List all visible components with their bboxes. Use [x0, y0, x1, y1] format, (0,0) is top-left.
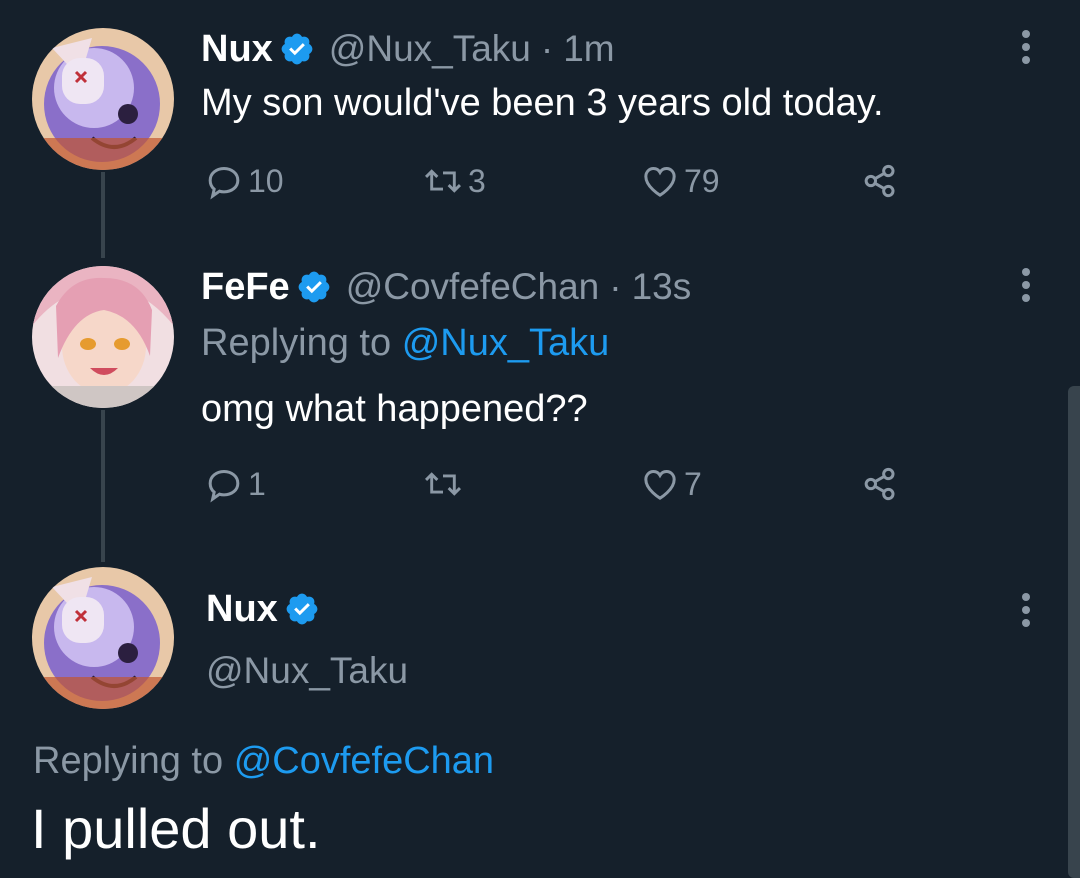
handle[interactable]: @CovfefeChan	[346, 266, 600, 308]
like-button[interactable]: 79	[640, 161, 720, 201]
retweet-button[interactable]: 3	[422, 161, 486, 201]
like-button[interactable]: 7	[640, 464, 702, 504]
share-icon	[860, 161, 900, 201]
mention-link[interactable]: @Nux_Taku	[402, 322, 610, 364]
replying-to: Replying to @Nux_Taku	[201, 322, 609, 365]
heart-icon	[640, 161, 680, 201]
retweet-icon	[422, 161, 464, 201]
reply-count: 10	[248, 162, 284, 199]
handle[interactable]: @Nux_Taku	[329, 28, 531, 70]
handle[interactable]: @Nux_Taku	[206, 650, 408, 692]
replying-to-prefix: Replying to	[201, 322, 392, 364]
verified-badge-icon	[284, 591, 320, 627]
tweet-text: omg what happened??	[201, 388, 588, 430]
display-name[interactable]: Nux	[201, 28, 273, 71]
avatar-fefe[interactable]	[32, 266, 174, 408]
focused-name-row: Nux	[206, 586, 320, 632]
retweet-icon	[422, 464, 464, 504]
replying-to-prefix: Replying to	[33, 740, 224, 782]
more-vertical-icon[interactable]	[1019, 590, 1033, 630]
timestamp[interactable]: 1m	[563, 28, 614, 70]
scrollbar[interactable]	[1068, 386, 1080, 878]
reply-icon	[204, 161, 244, 201]
timestamp[interactable]: 13s	[632, 266, 692, 308]
tweet-text: My son would've been 3 years old today.	[201, 82, 884, 124]
reply-icon	[204, 464, 244, 504]
share-icon	[860, 464, 900, 504]
mention-link[interactable]: @CovfefeChan	[234, 740, 494, 782]
separator-dot: ·	[540, 28, 554, 69]
retweet-count: 3	[468, 162, 486, 199]
display-name[interactable]: FeFe	[201, 266, 290, 309]
focused-tweet-text: I pulled out.	[31, 797, 321, 860]
retweet-button[interactable]	[422, 464, 468, 504]
avatar-nux[interactable]	[32, 28, 174, 170]
more-vertical-icon[interactable]	[1019, 27, 1033, 67]
reply-button[interactable]: 1	[204, 464, 266, 504]
heart-icon	[640, 464, 680, 504]
share-button[interactable]	[860, 161, 900, 201]
verified-badge-icon	[296, 269, 332, 305]
like-count: 79	[684, 162, 720, 199]
reply-count: 1	[248, 465, 266, 502]
display-name[interactable]: Nux	[206, 588, 278, 631]
tweet-2-header: FeFe @CovfefeChan · 13s	[201, 264, 691, 310]
more-vertical-icon[interactable]	[1019, 265, 1033, 305]
tweet-1-header: Nux @Nux_Taku · 1m	[201, 26, 615, 72]
verified-badge-icon	[279, 31, 315, 67]
replying-to: Replying to @CovfefeChan	[33, 740, 494, 783]
avatar-nux[interactable]	[32, 567, 174, 709]
separator-dot: ·	[609, 266, 622, 307]
thread-line-1	[101, 172, 105, 258]
share-button[interactable]	[860, 464, 900, 504]
reply-button[interactable]: 10	[204, 161, 284, 201]
thread-line-2	[101, 410, 105, 562]
like-count: 7	[684, 465, 702, 502]
